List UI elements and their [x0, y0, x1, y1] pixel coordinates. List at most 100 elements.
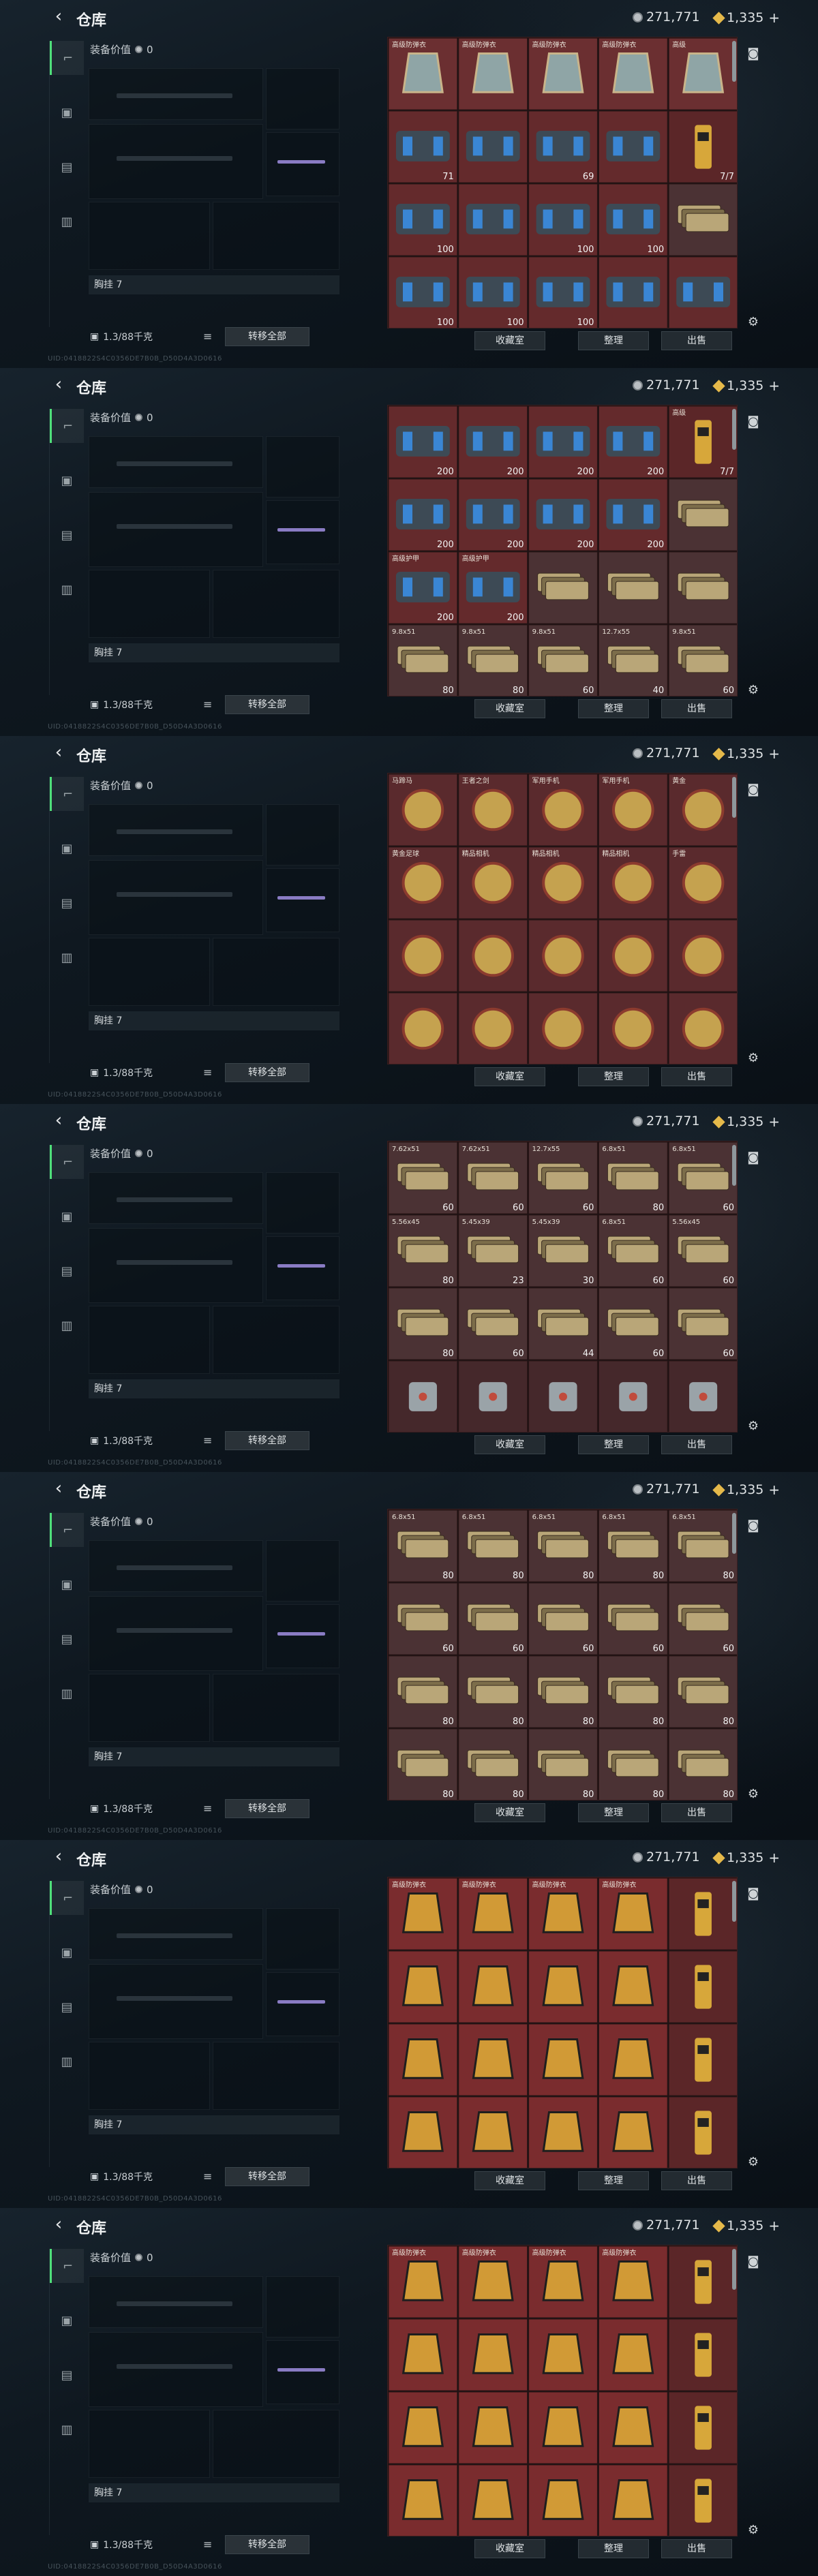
- transfer-all-button[interactable]: 转移全部: [225, 695, 309, 714]
- currency-premium[interactable]: 1,335 +: [712, 10, 780, 26]
- stash-item-cell[interactable]: [458, 2096, 528, 2168]
- stash-item-cell[interactable]: [388, 2318, 458, 2391]
- stash-item-cell[interactable]: [458, 992, 528, 1064]
- armor-slot[interactable]: [213, 202, 339, 270]
- collection-button[interactable]: 收藏室: [474, 331, 545, 350]
- stash-grid[interactable]: 马蹄马 王者之剑 军用手机 军用手机 黄金 黄金足球 精品相机 精品相机 精品相机 手雷: [387, 773, 738, 1064]
- weapon-category-icon[interactable]: ⌐: [50, 1145, 84, 1179]
- stash-item-cell[interactable]: 6.8x51 80: [668, 1509, 738, 1582]
- stash-item-cell[interactable]: 100: [388, 256, 458, 328]
- stash-item-cell[interactable]: [528, 2464, 598, 2536]
- grid-scrollbar[interactable]: [732, 1881, 736, 1922]
- stash-item-cell[interactable]: 6.8x51 80: [598, 1141, 668, 1214]
- currency-premium[interactable]: 1,335 +: [712, 1114, 780, 1130]
- pistol-slot[interactable]: [266, 1172, 339, 1233]
- stash-tab-icon[interactable]: ◙: [744, 1149, 762, 1167]
- melee-slot[interactable]: [266, 868, 339, 932]
- stash-item-cell[interactable]: 200: [528, 405, 598, 478]
- stash-item-cell[interactable]: [598, 2096, 668, 2168]
- stash-item-cell[interactable]: 黄金足球: [388, 846, 458, 919]
- primary-weapon-slot[interactable]: [89, 68, 263, 120]
- currency-premium[interactable]: 1,335 +: [712, 1482, 780, 1498]
- stash-item-cell[interactable]: [388, 919, 458, 992]
- list-icon[interactable]: ≡: [203, 1066, 212, 1079]
- stash-item-cell[interactable]: 精品相机: [458, 846, 528, 919]
- stash-item-cell[interactable]: 高级防弹衣: [458, 1877, 528, 1950]
- sell-button[interactable]: 出售: [661, 2539, 732, 2558]
- stash-item-cell[interactable]: [598, 256, 668, 328]
- stash-item-cell[interactable]: 100: [528, 256, 598, 328]
- primary-weapon-slot[interactable]: [89, 804, 263, 856]
- stash-item-cell[interactable]: 80: [458, 1655, 528, 1728]
- stash-item-cell[interactable]: 44: [528, 1287, 598, 1360]
- stash-item-cell[interactable]: 7.62x51 60: [388, 1141, 458, 1214]
- primary-weapon-slot[interactable]: [89, 1172, 263, 1224]
- stash-item-cell[interactable]: [598, 2023, 668, 2096]
- stash-item-cell[interactable]: 黄金: [668, 773, 738, 846]
- list-icon[interactable]: ≡: [203, 1434, 212, 1447]
- stash-item-cell[interactable]: [598, 1950, 668, 2023]
- add-currency-button[interactable]: +: [768, 1850, 780, 1866]
- weapon-category-icon[interactable]: ⌐: [50, 2249, 84, 2283]
- stash-item-cell[interactable]: [458, 183, 528, 256]
- settings-gear-icon[interactable]: ⚙: [744, 1049, 762, 1067]
- melee-slot[interactable]: [266, 1604, 339, 1668]
- list-icon[interactable]: ≡: [203, 2538, 212, 2551]
- stash-item-cell[interactable]: 高级防弹衣: [388, 2245, 458, 2318]
- collection-button[interactable]: 收藏室: [474, 1803, 545, 1822]
- stash-grid[interactable]: 高级防弹衣 高级防弹衣 高级防弹衣 高级防弹衣: [387, 1877, 738, 2168]
- armor-slot[interactable]: [213, 570, 339, 638]
- primary-weapon-slot[interactable]: [89, 2276, 263, 2328]
- stash-item-cell[interactable]: [528, 2391, 598, 2464]
- stash-item-cell[interactable]: [598, 2318, 668, 2391]
- bag-category-icon[interactable]: ▤: [50, 2358, 84, 2392]
- pistol-slot[interactable]: [266, 1540, 339, 1601]
- trash-category-icon[interactable]: ▣: [50, 1567, 84, 1601]
- settings-gear-icon[interactable]: ⚙: [744, 1417, 762, 1435]
- stash-item-cell[interactable]: 高级护甲 200: [388, 551, 458, 624]
- armor-slot[interactable]: [213, 1674, 339, 1742]
- melee-slot[interactable]: [266, 1236, 339, 1300]
- collection-button[interactable]: 收藏室: [474, 1435, 545, 1454]
- briefcase-category-icon[interactable]: ▥: [50, 572, 84, 607]
- stash-item-cell[interactable]: 100: [598, 183, 668, 256]
- stash-item-cell[interactable]: 200: [388, 478, 458, 551]
- collection-button[interactable]: 收藏室: [474, 1067, 545, 1086]
- transfer-all-button[interactable]: 转移全部: [225, 327, 309, 346]
- secondary-weapon-slot[interactable]: [89, 860, 263, 935]
- currency-premium[interactable]: 1,335 +: [712, 2218, 780, 2234]
- stash-item-cell[interactable]: [528, 1360, 598, 1432]
- stash-item-cell[interactable]: 200: [388, 405, 458, 478]
- stash-item-cell[interactable]: 高级防弹衣: [598, 2245, 668, 2318]
- stash-item-cell[interactable]: 60: [458, 1287, 528, 1360]
- stash-item-cell[interactable]: 69: [528, 110, 598, 183]
- organize-button[interactable]: 整理: [578, 2171, 649, 2190]
- organize-button[interactable]: 整理: [578, 1435, 649, 1454]
- trash-category-icon[interactable]: ▣: [50, 1935, 84, 1969]
- stash-item-cell[interactable]: 5.45x39 30: [528, 1214, 598, 1287]
- stash-item-cell[interactable]: [458, 2318, 528, 2391]
- stash-item-cell[interactable]: [668, 2318, 738, 2391]
- armor-slot[interactable]: [213, 938, 339, 1006]
- pistol-slot[interactable]: [266, 1908, 339, 1969]
- stash-item-cell[interactable]: [458, 2023, 528, 2096]
- bag-category-icon[interactable]: ▤: [50, 518, 84, 552]
- stash-item-cell[interactable]: [668, 2391, 738, 2464]
- stash-item-cell[interactable]: [388, 992, 458, 1064]
- stash-item-cell[interactable]: [388, 1950, 458, 2023]
- stash-item-cell[interactable]: 5.56x45 80: [388, 1214, 458, 1287]
- briefcase-category-icon[interactable]: ▥: [50, 1308, 84, 1343]
- add-currency-button[interactable]: +: [768, 378, 780, 394]
- stash-item-cell[interactable]: [388, 2391, 458, 2464]
- helmet-slot[interactable]: [89, 570, 210, 638]
- stash-item-cell[interactable]: 高级防弹衣: [528, 1877, 598, 1950]
- stash-item-cell[interactable]: 9.8x51 60: [528, 624, 598, 696]
- settings-gear-icon[interactable]: ⚙: [744, 681, 762, 699]
- stash-item-cell[interactable]: 7/7: [668, 110, 738, 183]
- stash-grid[interactable]: 200 200 200 200 高级 7/7 200 200 200 200 高级护甲 200 高级护甲…: [387, 405, 738, 696]
- stash-item-cell[interactable]: [598, 2391, 668, 2464]
- stash-item-cell[interactable]: [598, 1360, 668, 1432]
- list-icon[interactable]: ≡: [203, 2170, 212, 2183]
- stash-item-cell[interactable]: 200: [458, 405, 528, 478]
- armor-slot[interactable]: [213, 2042, 339, 2110]
